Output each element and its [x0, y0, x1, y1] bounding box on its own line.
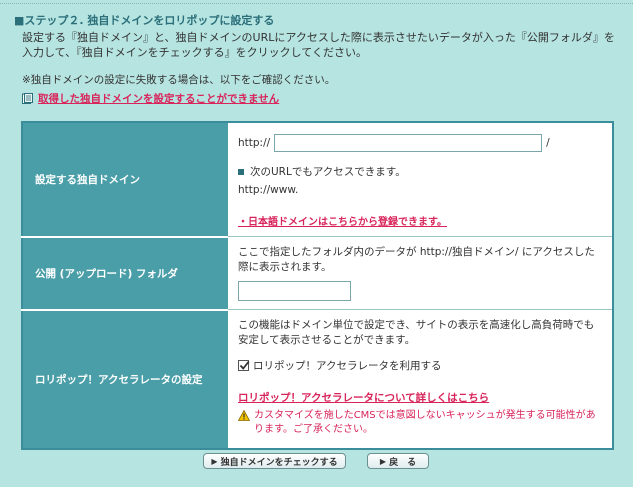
domain-setup-help-link[interactable]: 取得した独自ドメインを設定することができません	[38, 91, 279, 106]
arrow-right-icon: ▶	[211, 456, 218, 466]
domain-settings-table: 設定する独自ドメイン http:// / 次のURLでもアクセスできます。 ht…	[21, 121, 614, 450]
alt-url-note: 次のURLでもアクセスできます。	[238, 164, 602, 179]
step-instructions: 設定する『独自ドメイン』と、独自ドメインのURLにアクセスした際に表示させたいデ…	[22, 31, 615, 59]
alt-url: http://www.	[238, 184, 299, 196]
book-icon	[22, 92, 33, 104]
domain-prefix: http://	[238, 137, 271, 149]
accelerator-details-link[interactable]: ロリポップ！アクセラレータについて詳しくはこちら	[238, 390, 602, 405]
domain-input[interactable]	[274, 134, 543, 152]
back-button[interactable]: ▶ 戻 る	[367, 453, 429, 469]
domain-label: 設定する独自ドメイン	[22, 122, 228, 238]
japanese-domain-link[interactable]: ・日本語ドメインはこちらから登録できます。	[238, 213, 602, 228]
folder-cell: ここで指定したフォルダ内のデータが http://独自ドメイン/ にアクセスした…	[228, 236, 613, 310]
folder-input[interactable]	[238, 281, 351, 301]
folder-description: ここで指定したフォルダ内のデータが http://独自ドメイン/ にアクセスした…	[238, 246, 595, 273]
domain-suffix: /	[546, 137, 550, 149]
square-icon	[238, 168, 244, 175]
accelerator-label: ロリポップ！アクセラレータの設定	[22, 309, 228, 449]
back-button-label: 戻 る	[389, 457, 417, 468]
folder-row: 公開 (アップロード) フォルダ ここで指定したフォルダ内のデータが http:…	[22, 236, 613, 311]
accelerator-cell: この機能はドメイン単位で設定でき、サイトの表示を高速化し高負荷時でも安定して表示…	[228, 309, 613, 449]
accelerator-checkbox-label: ロリポップ！アクセラレータを利用する	[253, 360, 442, 372]
step-title: ■ステップ２. 独自ドメインをロリポップに設定する	[14, 14, 275, 27]
accelerator-description: この機能はドメイン単位で設定でき、サイトの表示を高速化し高負荷時でも安定して表示…	[238, 319, 595, 346]
top-divider	[0, 3, 633, 4]
domain-row: 設定する独自ドメイン http:// / 次のURLでもアクセスできます。 ht…	[22, 122, 613, 238]
accelerator-checkbox-row[interactable]: ロリポップ！アクセラレータを利用する	[238, 358, 602, 373]
check-domain-button[interactable]: ▶ 独自ドメインをチェックする	[203, 453, 346, 469]
check-domain-button-label: 独自ドメインをチェックする	[220, 457, 338, 468]
cms-warning: カスタマイズを施したCMSでは意図しないキャッシュが発生する可能性があります。ご…	[238, 409, 602, 437]
alt-url-note-text: 次のURLでもアクセスできます。	[250, 166, 406, 178]
warning-icon	[238, 410, 250, 421]
checkbox-checked-icon	[239, 360, 250, 370]
cms-warning-text: カスタマイズを施したCMSでは意図しないキャッシュが発生する可能性があります。ご…	[254, 410, 596, 435]
folder-label: 公開 (アップロード) フォルダ	[22, 236, 228, 311]
failure-notice: ※独自ドメインの設定に失敗する場合は、以下をご確認ください。	[22, 74, 336, 86]
domain-cell: http:// / 次のURLでもアクセスできます。 http://www. ・…	[228, 122, 613, 237]
accelerator-checkbox[interactable]	[238, 360, 250, 371]
domain-input-line: http:// /	[238, 132, 602, 154]
arrow-right-icon: ▶	[379, 456, 387, 466]
accelerator-row: ロリポップ！アクセラレータの設定 この機能はドメイン単位で設定でき、サイトの表示…	[22, 309, 613, 449]
help-link-row: 取得した独自ドメインを設定することができません	[22, 91, 279, 105]
